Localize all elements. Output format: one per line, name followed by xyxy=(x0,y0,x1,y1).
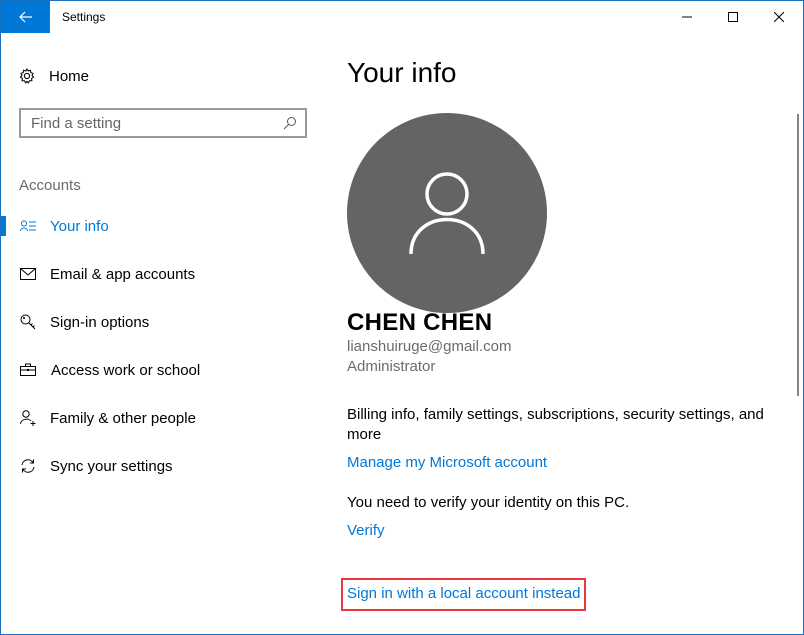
sidebar-item-label: Sync your settings xyxy=(50,457,173,475)
scrollbar[interactable] xyxy=(797,114,799,396)
main-content: Your info CHEN CHEN lianshuiruge@gmail.c… xyxy=(323,33,803,635)
sidebar-item-email-app-accounts[interactable]: Email & app accounts xyxy=(1,254,323,294)
sidebar-item-label: Access work or school xyxy=(51,361,201,379)
settings-window: Settings Home Accounts Your i xyxy=(0,0,804,635)
sidebar-item-family-other-people[interactable]: Family & other people xyxy=(1,398,323,438)
gear-icon xyxy=(19,68,35,84)
back-button[interactable] xyxy=(1,1,50,33)
sidebar-item-label: Family & other people xyxy=(50,409,196,427)
sidebar: Home Accounts Your info Email & app acco… xyxy=(1,33,323,635)
page-title: Your info xyxy=(347,57,457,88)
title-bar: Settings xyxy=(1,1,803,33)
maximize-button[interactable] xyxy=(710,1,756,33)
maximize-icon xyxy=(728,12,738,22)
search-input[interactable] xyxy=(31,114,283,132)
sync-icon xyxy=(19,457,37,475)
search-icon[interactable] xyxy=(283,116,297,130)
key-icon xyxy=(19,313,37,331)
minimize-button[interactable] xyxy=(664,1,710,33)
close-button[interactable] xyxy=(756,1,802,33)
billing-description: Billing info, family settings, subscript… xyxy=(347,406,764,443)
sidebar-item-access-work-school[interactable]: Access work or school xyxy=(1,350,323,390)
sign-in-local-account-link[interactable]: Sign in with a local account instead xyxy=(347,585,580,602)
window-title: Settings xyxy=(62,10,106,24)
user-name: CHEN CHEN xyxy=(347,309,493,336)
back-arrow-icon xyxy=(18,11,32,23)
user-email: lianshuiruge@gmail.com xyxy=(347,338,512,355)
user-role: Administrator xyxy=(347,358,436,375)
sidebar-item-label: Email & app accounts xyxy=(50,265,196,283)
verify-link[interactable]: Verify xyxy=(347,522,385,539)
mail-icon xyxy=(19,265,37,283)
minimize-icon xyxy=(682,16,692,18)
verify-identity-text: You need to verify your identity on this… xyxy=(347,494,630,511)
sidebar-item-sign-in-options[interactable]: Sign-in options xyxy=(1,302,323,342)
close-icon xyxy=(774,12,784,22)
sidebar-item-sync-settings[interactable]: Sync your settings xyxy=(1,446,323,486)
briefcase-icon xyxy=(19,361,37,379)
contact-info-icon xyxy=(19,217,37,235)
manage-microsoft-account-link[interactable]: Manage my Microsoft account xyxy=(347,454,547,471)
sidebar-item-label: Your info xyxy=(50,217,109,235)
sidebar-home-label: Home xyxy=(49,67,90,85)
section-header-accounts: Accounts xyxy=(19,177,81,194)
add-person-icon xyxy=(19,409,37,427)
person-icon xyxy=(409,172,485,255)
avatar[interactable] xyxy=(347,113,547,313)
sidebar-home[interactable]: Home xyxy=(19,65,89,87)
sidebar-item-label: Sign-in options xyxy=(50,313,150,331)
search-box[interactable] xyxy=(19,108,307,138)
sidebar-item-your-info[interactable]: Your info xyxy=(1,206,323,246)
